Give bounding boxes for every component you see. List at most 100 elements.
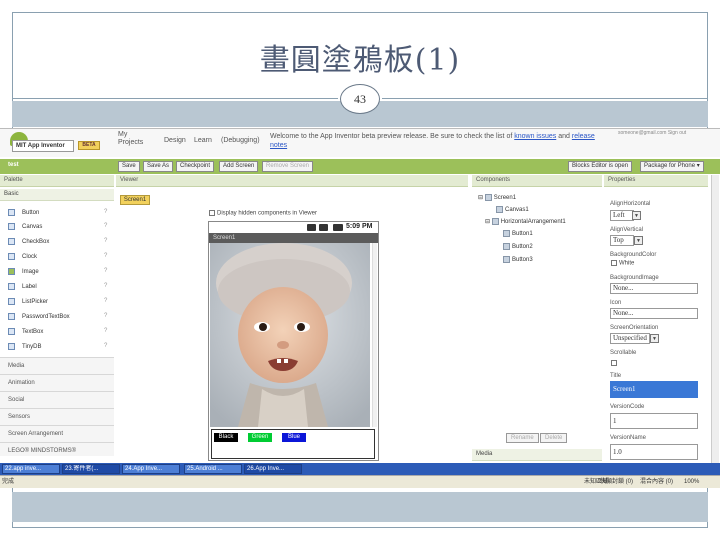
tree-item-label: Button1	[512, 231, 533, 237]
tree-item-button3[interactable]: Button3	[503, 255, 533, 265]
nav-projects-label: Projects	[118, 139, 144, 146]
app-inventor-logo[interactable]: MIT App Inventor BETA	[4, 132, 100, 152]
help-icon[interactable]: ?	[104, 253, 107, 259]
blue-button[interactable]: Blue	[282, 433, 306, 442]
button-icon	[503, 255, 510, 263]
status-popup-blocked[interactable]: 快顯封鎖 (0)	[600, 476, 633, 488]
checkpoint-button[interactable]: Checkpoint	[176, 161, 215, 172]
taskbar-item[interactable]: 26.App Inve...	[244, 464, 302, 474]
palette-item-textbox[interactable]: TextBox	[8, 327, 43, 337]
status-mixed-content[interactable]: 混合內容 (0)	[640, 476, 673, 488]
rename-button[interactable]: Rename	[506, 433, 539, 443]
save-button[interactable]: Save	[118, 161, 140, 172]
nav-design[interactable]: Design	[164, 137, 186, 144]
palette-item-label: TextBox	[22, 329, 44, 335]
help-icon[interactable]: ?	[104, 283, 107, 289]
version-code-label: VersionCode	[610, 404, 645, 410]
help-icon[interactable]: ?	[104, 328, 107, 334]
label-icon	[8, 282, 15, 290]
scrollable-checkbox[interactable]	[611, 360, 617, 366]
help-icon[interactable]: ?	[104, 209, 107, 215]
palette-item-tinydb[interactable]: TinyDB	[8, 342, 41, 352]
media-header: Media	[472, 449, 602, 461]
help-icon[interactable]: ?	[104, 238, 107, 244]
taskbar-item[interactable]: 23.寄件者(...	[62, 464, 120, 474]
tree-item-button2[interactable]: Button2	[503, 242, 533, 252]
hidden-components-toggle[interactable]: Display hidden components in Viewer	[209, 210, 317, 217]
palette-item-listpicker[interactable]: ListPicker	[8, 297, 48, 307]
page-scrollbar[interactable]	[711, 175, 719, 463]
align-vertical-label: AlignVertical	[610, 227, 644, 233]
clock-icon	[8, 252, 15, 260]
save-as-button[interactable]: Save As	[143, 161, 174, 172]
help-icon[interactable]: ?	[104, 268, 107, 274]
help-icon[interactable]: ?	[104, 298, 107, 304]
nav-my-projects[interactable]: My Projects	[118, 131, 143, 147]
hidden-components-checkbox[interactable]	[209, 210, 215, 216]
taskbar-item[interactable]: 24.App Inve...	[122, 464, 180, 474]
help-icon[interactable]: ?	[104, 223, 107, 229]
phone-scrollbar[interactable]	[372, 243, 377, 427]
remove-screen-button[interactable]: Remove Screen	[262, 161, 314, 172]
align-vertical-select[interactable]: Top	[610, 235, 634, 246]
palette-basic-header[interactable]: Basic	[0, 189, 114, 201]
palette-item-label: TinyDB	[22, 344, 42, 350]
tree-item-label: HorizontalArrangement1	[500, 219, 566, 225]
status-done: 完成	[2, 479, 15, 485]
title-rule-left	[12, 98, 338, 99]
nav-debugging[interactable]: (Debugging)	[221, 137, 260, 144]
chevron-down-icon[interactable]: ▼	[634, 236, 643, 245]
package-for-phone-button[interactable]: Package for Phone ▾	[640, 161, 704, 172]
tree-item-screen1[interactable]: ⊟ Screen1	[478, 193, 516, 203]
palette-item-label: Canvas	[22, 224, 43, 230]
icon-field[interactable]: None...	[610, 308, 698, 319]
phone-screen-title: Screen1	[209, 233, 378, 243]
black-button[interactable]: Black	[214, 433, 238, 442]
palette-category-media[interactable]: Media	[0, 357, 114, 374]
background-image-field[interactable]: None...	[610, 283, 698, 294]
collapse-icon[interactable]: ⊟	[478, 195, 485, 201]
screen1-tab[interactable]: Screen1	[120, 195, 150, 205]
palette-category-sensors[interactable]: Sensors	[0, 408, 114, 425]
frame-bottom-line	[12, 527, 708, 528]
button-icon	[503, 229, 510, 237]
palette-item-canvas[interactable]: Canvas	[8, 222, 42, 232]
nav-learn[interactable]: Learn	[194, 137, 212, 144]
green-button[interactable]: Green	[248, 433, 272, 442]
taskbar-item[interactable]: 22.app inve...	[2, 464, 60, 474]
title-field[interactable]: Screen1	[610, 381, 698, 398]
chevron-down-icon[interactable]: ▼	[650, 334, 659, 343]
status-zoom[interactable]: 100%	[684, 476, 699, 488]
taskbar-item[interactable]: 25.Android ...	[184, 464, 242, 474]
user-account-line[interactable]: someone@gmail.com Sign out	[618, 130, 686, 136]
screen-orientation-select[interactable]: Unspecified	[610, 333, 650, 344]
palette-item-checkbox[interactable]: CheckBox	[8, 237, 49, 247]
palette-item-passwordtextbox[interactable]: PasswordTextBox	[8, 312, 70, 322]
help-icon[interactable]: ?	[104, 343, 107, 349]
palette-category-screen-arrangement[interactable]: Screen Arrangement	[0, 425, 114, 442]
palette-category-social[interactable]: Social	[0, 391, 114, 408]
palette-item-image[interactable]: Image	[8, 267, 39, 277]
background-color-picker[interactable]: White	[611, 260, 634, 267]
version-name-field[interactable]: 1.0	[610, 444, 698, 460]
delete-button[interactable]: Delete	[540, 433, 568, 443]
canvas-background-photo[interactable]	[210, 243, 370, 427]
palette-category-animation[interactable]: Animation	[0, 374, 114, 391]
version-code-field[interactable]: 1	[610, 413, 698, 429]
tree-item-button1[interactable]: Button1	[503, 229, 533, 239]
tree-item-horizontalarrangement1[interactable]: ⊟ HorizontalArrangement1	[485, 217, 566, 227]
align-horizontal-select[interactable]: Left	[610, 210, 634, 221]
chevron-down-icon[interactable]: ▼	[632, 211, 641, 220]
palette-item-clock[interactable]: Clock	[8, 252, 37, 262]
add-screen-button[interactable]: Add Screen	[219, 161, 259, 172]
palette-item-button[interactable]: Button	[8, 208, 39, 218]
collapse-icon[interactable]: ⊟	[485, 219, 492, 225]
tree-item-canvas1[interactable]: Canvas1	[496, 205, 529, 215]
palette-category-lego[interactable]: LEGO® MINDSTORMS®	[0, 442, 114, 456]
blocks-editor-button[interactable]: Blocks Editor is open	[568, 161, 633, 172]
help-icon[interactable]: ?	[104, 313, 107, 319]
palette-item-label[interactable]: Label	[8, 282, 37, 292]
project-toolbar: test Save Save As Checkpoint Add Screen …	[0, 159, 720, 174]
wifi-icon	[307, 224, 316, 231]
known-issues-link[interactable]: known issues	[514, 133, 556, 140]
